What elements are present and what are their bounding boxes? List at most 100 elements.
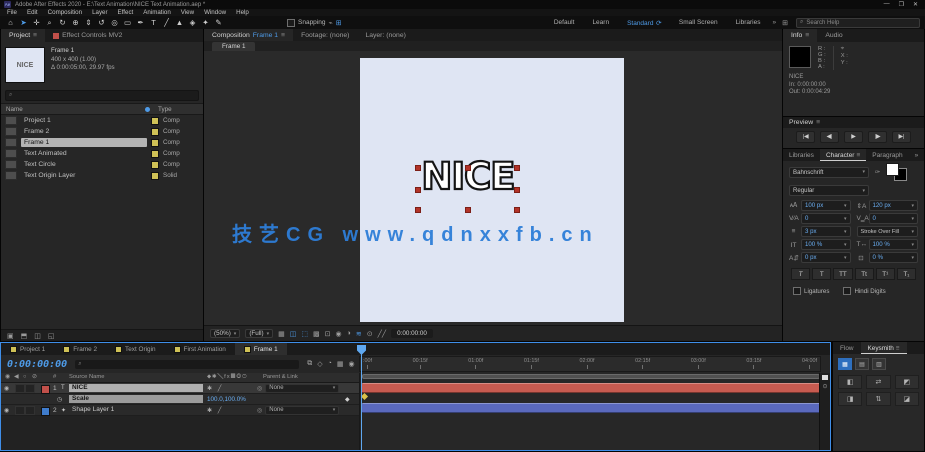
shy-layers-icon[interactable]: ◔	[328, 360, 332, 368]
type-tool-icon[interactable]: T	[149, 17, 158, 28]
label-color-swatch[interactable]	[151, 150, 159, 158]
magnification-select[interactable]: (50%)▾	[210, 329, 240, 338]
snapshot-icon[interactable]: ⊡	[325, 330, 331, 338]
maximize-button[interactable]: ❐	[899, 1, 904, 8]
viewer-timecode[interactable]: 0:00:00:00	[391, 329, 433, 338]
snap-features-icon[interactable]: ⊞	[336, 19, 342, 27]
next-frame-button[interactable]: |▶	[868, 131, 887, 143]
solo-cell[interactable]	[15, 384, 25, 393]
label-column-icon[interactable]	[145, 107, 150, 112]
panel-menu-icon[interactable]: ≡	[33, 32, 37, 39]
pen-tool-icon[interactable]: ✒	[136, 17, 145, 28]
character-option[interactable]: Ligatures	[793, 287, 829, 295]
menu-item[interactable]: File	[7, 9, 17, 16]
column-parent-link[interactable]: Parent & Link	[263, 374, 298, 380]
eye-icon[interactable]: ◉	[4, 385, 9, 392]
tab-overflow-icon[interactable]: »	[909, 149, 925, 161]
property-value[interactable]: 100.0,100.0%	[207, 396, 246, 403]
layer-bar-nice[interactable]	[362, 383, 820, 393]
selection-handle[interactable]	[415, 207, 421, 213]
column-number[interactable]: #	[53, 374, 56, 380]
time-ruler[interactable]: :00f00:15f01:00f01:15f02:00f02:15f03:00f…	[359, 356, 821, 372]
label-color-swatch[interactable]	[151, 139, 159, 147]
composition-flowchart-icon[interactable]: ⧉	[307, 360, 312, 368]
dolly-camera-tool-icon[interactable]: ⇕	[84, 17, 93, 28]
eyedropper-icon[interactable]: ✑	[873, 168, 882, 176]
menu-item[interactable]: View	[181, 9, 194, 16]
font-style-select[interactable]: Regular▾	[789, 185, 869, 196]
close-button[interactable]: ✕	[913, 1, 918, 8]
fill-stroke-swatches[interactable]	[886, 163, 908, 181]
project-item-row[interactable]: Text Circle Comp	[1, 159, 203, 170]
pickwhip-icon[interactable]: ◎	[257, 407, 262, 414]
tab-composition[interactable]: Composition Frame 1 ≡	[204, 29, 293, 41]
workspace-reset-icon[interactable]: ⟳	[655, 20, 660, 27]
project-item-row[interactable]: Frame 2 Comp	[1, 126, 203, 137]
minimize-button[interactable]: —	[884, 1, 890, 8]
menu-item[interactable]: Composition	[48, 9, 82, 16]
project-item-row[interactable]: Text Origin Layer Solid	[1, 170, 203, 181]
column-type[interactable]: Type	[158, 106, 198, 113]
layer-label-swatch[interactable]	[41, 407, 50, 416]
pan-behind-anchor-tool-icon[interactable]: ◎	[110, 17, 119, 28]
tab-footage[interactable]: Footage: (none)	[293, 29, 357, 41]
panel-menu-icon[interactable]: ≡	[856, 152, 860, 159]
resolution-select[interactable]: (Full)▾	[245, 329, 273, 338]
audio-column-icon[interactable]: ◀	[14, 374, 18, 380]
first-frame-button[interactable]: |◀	[796, 131, 815, 143]
timeline-comp-tab[interactable]: Project 1	[1, 343, 54, 355]
video-column-icon[interactable]: ◉	[5, 374, 10, 380]
tab-libraries[interactable]: Libraries	[783, 149, 820, 161]
menu-item[interactable]: Edit	[27, 9, 38, 16]
workspace-menu-icon[interactable]: ⊞	[779, 19, 791, 27]
fast-previews-icon[interactable]: ≋	[356, 330, 362, 338]
column-source-name[interactable]: Source Name	[69, 374, 104, 380]
leading-select[interactable]: 120 px▾	[869, 200, 919, 211]
tsume-select[interactable]: 0 %▾	[869, 252, 919, 263]
faux-style-button[interactable]: TT	[833, 268, 852, 280]
parent-select[interactable]: None▾	[265, 384, 339, 393]
kerning-select[interactable]: 0▾	[801, 213, 851, 224]
timeline-comp-tab[interactable]: First Animation	[165, 343, 235, 355]
keysmith-tool-3-icon[interactable]: ◩	[895, 375, 919, 389]
project-item-row[interactable]: Frame 1 Comp	[1, 137, 203, 148]
work-area-bar[interactable]	[362, 374, 820, 379]
orbit-camera-tool-icon[interactable]: ↻	[58, 17, 67, 28]
option-checkbox[interactable]	[843, 287, 851, 295]
tab-flow[interactable]: Flow	[833, 342, 861, 354]
layer-row-shape[interactable]: ◉ 2 ✦ Shape Layer 1 ✱ ╱ ◎ None▾	[1, 405, 359, 416]
viewer-pasteboard[interactable]: NICE 技艺CG www.qdnxxfb.cn	[204, 51, 782, 326]
shape-tool-icon[interactable]: ▭	[123, 17, 132, 28]
workspace-tab[interactable]: Default⟳	[545, 19, 584, 26]
layer-bar-shape[interactable]	[362, 403, 820, 413]
snap-edges-icon[interactable]: ⌁	[328, 19, 332, 27]
last-frame-button[interactable]: ▶|	[892, 131, 911, 143]
lock-column-icon[interactable]: ⊘	[32, 374, 37, 380]
solo-cell[interactable]	[15, 406, 25, 415]
keysmith-tool-6-icon[interactable]: ◪	[895, 392, 919, 406]
project-item-row[interactable]: Text Animated Comp	[1, 148, 203, 159]
panel-menu-icon[interactable]: ≡	[805, 32, 809, 39]
label-color-swatch[interactable]	[151, 172, 159, 180]
layer-row-nice[interactable]: ◉ 1 T NICE ✱ ╱ ◎ None▾	[1, 383, 359, 394]
timeline-track-lanes[interactable]	[359, 373, 822, 450]
camera-icon[interactable]: ⊙	[367, 330, 373, 338]
pixel-aspect-icon[interactable]: ╱╱	[378, 330, 386, 338]
stroke-style-select[interactable]: Stroke Over Fill▾	[857, 226, 919, 237]
vertical-scale-select[interactable]: 100 %▾	[801, 239, 851, 250]
selection-handle[interactable]	[514, 187, 520, 193]
delete-icon[interactable]: ◱	[48, 332, 55, 340]
label-color-swatch[interactable]	[151, 161, 159, 169]
list-view-toggle[interactable]: ▤	[855, 358, 869, 370]
tab-audio[interactable]: Audio	[817, 29, 850, 42]
workspace-tab[interactable]: Standard⟳	[618, 19, 670, 27]
draft-3d-icon[interactable]: ◇	[317, 360, 322, 368]
timeline-comp-tab[interactable]: Frame 1	[235, 343, 287, 355]
tab-info[interactable]: Info ≡	[783, 29, 817, 42]
keysmith-tool-2-icon[interactable]: ⇄	[866, 375, 890, 389]
comp-mini-tab[interactable]: Frame 1	[212, 42, 255, 51]
font-size-select[interactable]: 100 px▾	[801, 200, 851, 211]
tab-layer[interactable]: Layer: (none)	[357, 29, 413, 41]
fill-color-swatch[interactable]	[886, 163, 899, 176]
column-name[interactable]: Name	[6, 106, 23, 113]
